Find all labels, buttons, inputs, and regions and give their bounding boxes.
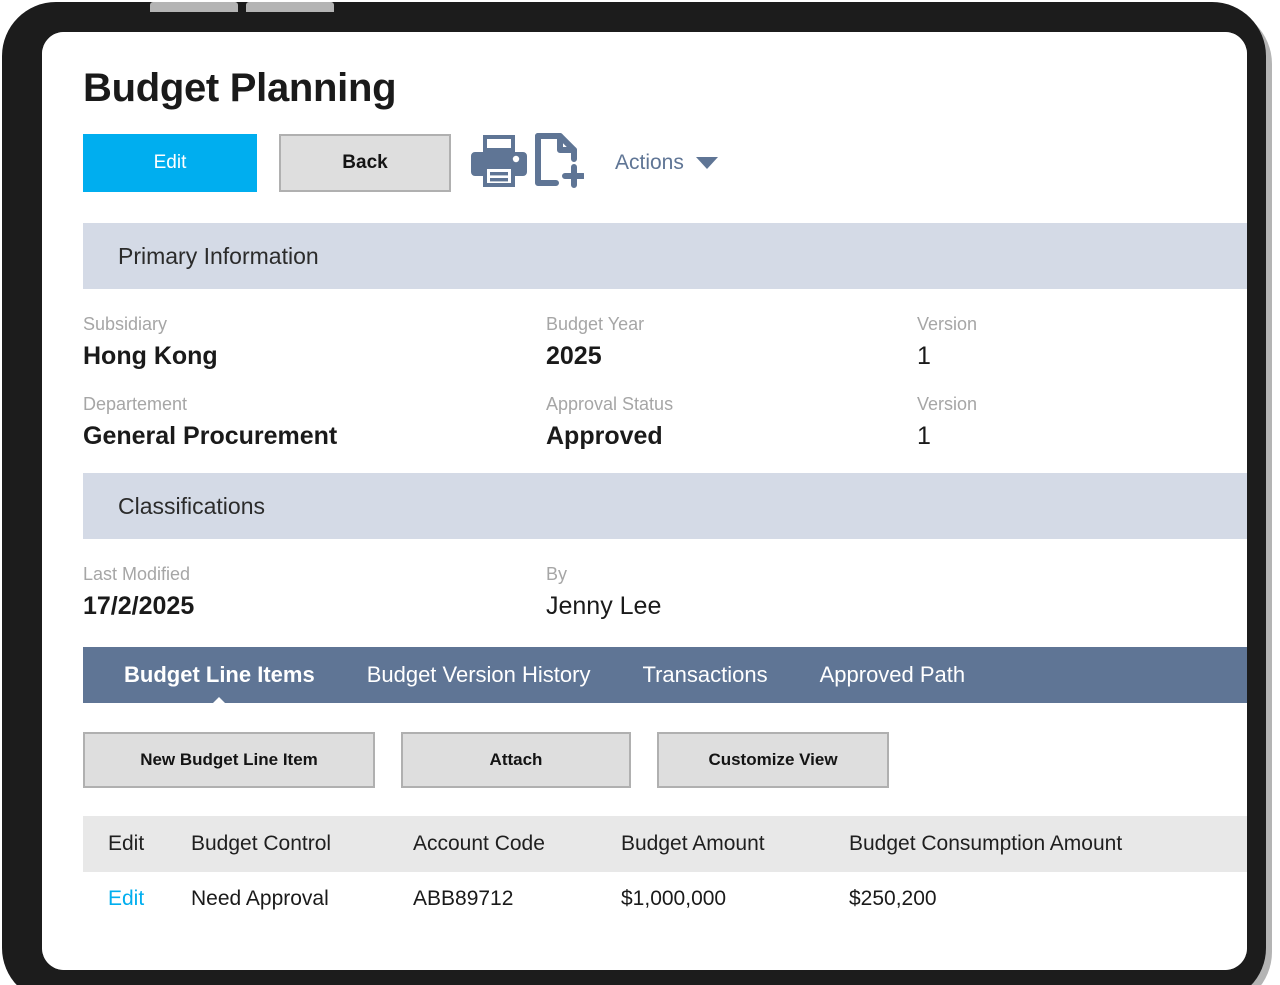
field-value: 1 (917, 424, 1247, 449)
printer-icon (471, 135, 527, 192)
classifications-fields: Last Modified 17/2/2025 By Jenny Lee (83, 539, 1247, 619)
device-stage: Budget Planning Edit Back (0, 0, 1280, 985)
back-button[interactable]: Back (279, 134, 451, 192)
tab-label: Budget Version History (367, 662, 591, 687)
print-button[interactable] (469, 134, 529, 192)
table-row[interactable]: Edit Need Approval ABB89712 $1,000,000 $… (83, 872, 1247, 926)
table-body: Edit Need Approval ABB89712 $1,000,000 $… (83, 872, 1247, 926)
table-header-row: Edit Budget Control Account Code Budget … (83, 816, 1247, 872)
field-value: Jenny Lee (546, 594, 917, 619)
field-value: General Procurement (83, 424, 546, 449)
field-version-1: Version 1 (917, 289, 1247, 369)
row-edit-link[interactable]: Edit (83, 872, 191, 926)
field-last-modified: Last Modified 17/2/2025 (83, 539, 546, 619)
field-label: Last Modified (83, 565, 546, 583)
tab-label: Approved Path (820, 662, 966, 687)
field-label: By (546, 565, 917, 583)
budget-planning-app: Budget Planning Edit Back (42, 32, 1247, 970)
field-label: Version (917, 395, 1247, 413)
field-label: Departement (83, 395, 546, 413)
field-value: 17/2/2025 (83, 594, 546, 619)
chevron-down-icon (696, 157, 718, 169)
field-approval-status: Approval Status Approved (546, 369, 917, 449)
field-label: Budget Year (546, 315, 917, 333)
primary-information-fields: Subsidiary Hong Kong Budget Year 2025 Ve… (83, 289, 1247, 449)
new-document-icon (534, 133, 584, 194)
tablet-screen: Budget Planning Edit Back (42, 32, 1247, 970)
page-title: Budget Planning (83, 32, 1247, 108)
volume-up-button[interactable] (150, 2, 238, 12)
new-document-button[interactable] (529, 134, 589, 192)
field-value: 2025 (546, 344, 917, 369)
sub-action-bar: New Budget Line Item Attach Customize Vi… (83, 732, 1247, 788)
edit-button[interactable]: Edit (83, 134, 257, 192)
tab-label: Budget Line Items (124, 662, 315, 687)
row-budget-control: Need Approval (191, 872, 413, 926)
volume-down-button[interactable] (246, 2, 334, 12)
tab-transactions[interactable]: Transactions (642, 662, 767, 688)
attach-button[interactable]: Attach (401, 732, 631, 788)
actions-label: Actions (615, 151, 684, 175)
tab-budget-line-items[interactable]: Budget Line Items (124, 662, 315, 688)
field-value: Hong Kong (83, 344, 546, 369)
field-label: Version (917, 315, 1247, 333)
new-budget-line-item-button[interactable]: New Budget Line Item (83, 732, 375, 788)
column-header-edit[interactable]: Edit (83, 816, 191, 872)
field-value: 1 (917, 344, 1247, 369)
toolbar: Edit Back (83, 133, 1247, 193)
classifications-section: Classifications Last Modified 17/2/2025 … (83, 473, 1247, 619)
row-budget-amount: $1,000,000 (621, 872, 849, 926)
column-header-budget-control[interactable]: Budget Control (191, 816, 413, 872)
field-subsidiary: Subsidiary Hong Kong (83, 289, 546, 369)
field-empty (917, 539, 1247, 619)
field-label: Approval Status (546, 395, 917, 413)
field-departement: Departement General Procurement (83, 369, 546, 449)
budget-line-items-table: Edit Budget Control Account Code Budget … (83, 816, 1247, 926)
actions-dropdown[interactable]: Actions (615, 151, 718, 175)
customize-view-button[interactable]: Customize View (657, 732, 889, 788)
row-account-code: ABB89712 (413, 872, 621, 926)
column-header-account-code[interactable]: Account Code (413, 816, 621, 872)
tab-budget-version-history[interactable]: Budget Version History (367, 662, 591, 688)
field-version-2: Version 1 (917, 369, 1247, 449)
column-header-budget-amount[interactable]: Budget Amount (621, 816, 849, 872)
field-label: Subsidiary (83, 315, 546, 333)
table-header: Edit Budget Control Account Code Budget … (83, 816, 1247, 872)
active-tab-indicator (206, 697, 232, 710)
primary-information-heading: Primary Information (83, 223, 1247, 289)
primary-information-section: Primary Information Subsidiary Hong Kong… (83, 223, 1247, 449)
column-header-budget-consumption-amount[interactable]: Budget Consumption Amount (849, 816, 1247, 872)
field-by: By Jenny Lee (546, 539, 917, 619)
classifications-heading: Classifications (83, 473, 1247, 539)
field-value: Approved (546, 424, 917, 449)
row-budget-consumption-amount: $250,200 (849, 872, 1247, 926)
tab-approved-path[interactable]: Approved Path (820, 662, 966, 688)
field-budget-year: Budget Year 2025 (546, 289, 917, 369)
tab-bar: Budget Line Items Budget Version History… (83, 647, 1247, 703)
tab-label: Transactions (642, 662, 767, 687)
